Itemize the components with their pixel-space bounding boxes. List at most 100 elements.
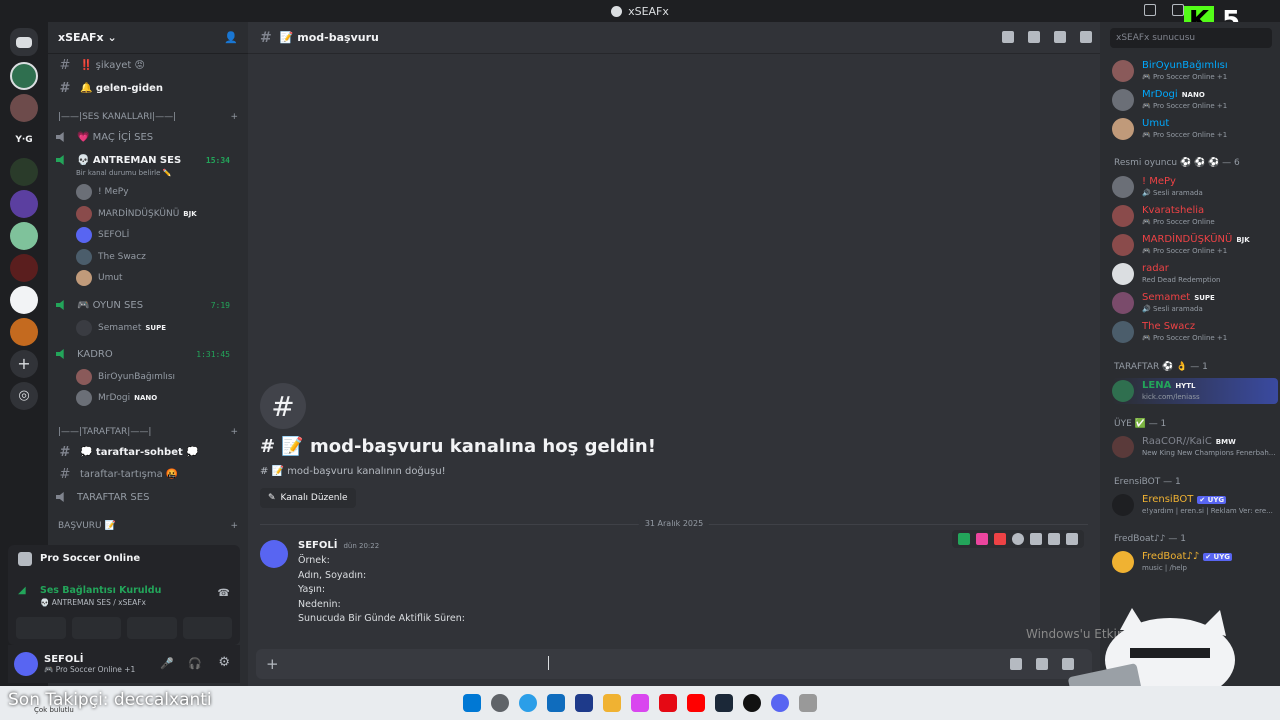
file-explorer-icon[interactable] <box>603 694 621 712</box>
outlook-icon[interactable] <box>547 694 565 712</box>
member-item[interactable]: The Swacz 🎮 Pro Soccer Online +1 <box>1112 321 1278 343</box>
channel-status[interactable]: Bir kanal durumu belirle ✏️ <box>76 164 171 182</box>
more-icon[interactable] <box>1066 533 1078 545</box>
app-icon[interactable] <box>799 694 817 712</box>
member-item[interactable]: radar Red Dead Redemption <box>1112 263 1278 285</box>
member-item[interactable]: ErensiBOT ✔ UYG e!yardım | eren.si | Rekla… <box>1112 494 1278 516</box>
user-info[interactable]: SEFOLİ 🎮 Pro Soccer Online +1 <box>44 654 135 674</box>
voice-channel-mac-ici[interactable]: 💗 MAÇ İÇİ SES <box>56 128 240 146</box>
monitor-icon[interactable] <box>1172 4 1184 16</box>
app-icon[interactable] <box>575 694 593 712</box>
add-attachment-icon[interactable]: + <box>266 655 279 673</box>
server-icon[interactable] <box>10 158 38 186</box>
signal-icon[interactable]: ◢ <box>18 585 26 596</box>
server-icon[interactable] <box>10 254 38 282</box>
invite-icon[interactable]: 👤 <box>224 31 238 44</box>
deafen-icon[interactable]: 🎧 <box>188 657 202 670</box>
discord-taskbar-icon[interactable] <box>771 694 789 712</box>
disconnect-icon[interactable]: ☎ <box>218 588 230 599</box>
member-item[interactable]: RaaCOR//KaiC BMW New King New Champions Fe… <box>1112 436 1278 458</box>
member-item[interactable]: Umut 🎮 Pro Soccer Online +1 <box>1112 118 1278 140</box>
message-author[interactable]: SEFOLİ dün 20:22 <box>298 540 379 551</box>
server-icon[interactable] <box>10 94 38 122</box>
settings-gear-icon[interactable]: ⚙ <box>218 655 230 670</box>
voice-channel-kadro[interactable]: KADRO 1:31:45 <box>56 345 240 363</box>
edge-icon[interactable] <box>519 694 537 712</box>
user-avatar[interactable] <box>14 652 38 676</box>
pin-icon[interactable] <box>1054 31 1066 43</box>
member-item[interactable]: Kvaratshelia 🎮 Pro Soccer Online <box>1112 205 1278 227</box>
home-button[interactable] <box>10 28 38 56</box>
threads-icon[interactable] <box>1002 31 1014 43</box>
start-icon[interactable] <box>463 694 481 712</box>
voice-user[interactable]: SEFOLİ <box>76 226 129 244</box>
voice-user[interactable]: BirOyunBağımlısı <box>76 368 175 386</box>
member-item[interactable]: FredBoat♪♪ ✔ UYG music | /help <box>1112 551 1278 573</box>
category-fan[interactable]: |——|TARAFTAR|——| + <box>58 427 238 437</box>
server-header[interactable]: xSEAFx ⌄ 👤 <box>48 22 248 54</box>
gif-icon[interactable] <box>1036 658 1048 670</box>
add-channel-icon[interactable]: + <box>230 427 238 437</box>
edit-channel-button[interactable]: ✎ Kanalı Düzenle <box>260 488 356 508</box>
gift-icon[interactable] <box>1010 658 1022 670</box>
voice-user[interactable]: MrDogi NANO <box>76 389 157 407</box>
add-server-icon[interactable]: + <box>10 350 38 378</box>
voice-user[interactable]: Semamet SUPE <box>76 319 166 337</box>
category-application[interactable]: BAŞVURU 📝 + <box>58 521 238 531</box>
reaction-check-icon[interactable] <box>958 533 970 545</box>
explore-icon[interactable]: ◎ <box>10 382 38 410</box>
message-composer[interactable]: + <box>256 649 1092 679</box>
member-item[interactable]: MrDogi NANO 🎮 Pro Soccer Online +1 <box>1112 89 1278 111</box>
server-icon[interactable] <box>10 222 38 250</box>
server-icon[interactable] <box>10 318 38 346</box>
members-icon[interactable] <box>1080 31 1092 43</box>
steam-icon[interactable] <box>715 694 733 712</box>
member-item[interactable]: LENA HYTL kick.com/leniass <box>1112 378 1278 404</box>
voice-user[interactable]: Umut <box>76 269 123 287</box>
voice-user[interactable]: The Swacz <box>76 248 146 266</box>
bell-icon[interactable] <box>1028 31 1040 43</box>
reply-icon[interactable] <box>1048 533 1060 545</box>
screen-share-button[interactable] <box>71 617 121 639</box>
reaction-icon[interactable] <box>976 533 988 545</box>
voice-timer: 15:34 <box>205 155 230 165</box>
date-label: 31 Aralık 2025 <box>638 519 710 528</box>
voice-channel-taraftar[interactable]: TARAFTAR SES <box>56 488 240 506</box>
member-item[interactable]: BirOyunBağımlısı 🎮 Pro Soccer Online +1 <box>1112 60 1278 82</box>
inbox-icon[interactable] <box>1144 4 1156 16</box>
add-channel-icon[interactable]: + <box>230 112 238 122</box>
app-icon[interactable] <box>743 694 761 712</box>
server-icon-yg[interactable]: Y·G <box>10 126 38 154</box>
voice-user[interactable]: ! MePy <box>76 183 129 201</box>
member-item[interactable]: ! MePy 🔊 Sesli aramada <box>1112 176 1278 198</box>
netflix-icon[interactable] <box>659 694 677 712</box>
voice-status-title[interactable]: Ses Bağlantısı Kuruldu <box>40 585 161 596</box>
activities-button[interactable] <box>127 617 177 639</box>
youtube-icon[interactable] <box>687 694 705 712</box>
server-icon[interactable] <box>10 190 38 218</box>
add-channel-icon[interactable]: + <box>230 521 238 531</box>
channel-sikayet[interactable]: # ‼️ şikayet 😡 <box>56 56 240 74</box>
member-item[interactable]: MARDİNDÜŞKÜNÜ BJK 🎮 Pro Soccer Online +1 <box>1112 234 1278 256</box>
message-avatar[interactable] <box>260 540 288 568</box>
category-voice[interactable]: |——|SES KANALLARI|——| + <box>58 112 238 122</box>
member-item[interactable]: Semamet SUPE 🔊 Sesli aramada <box>1112 292 1278 314</box>
voice-user[interactable]: MARDİNDÜŞKÜNÜ BJK <box>76 205 197 223</box>
search-input[interactable]: xSEAFx sunucusu <box>1110 28 1272 48</box>
edit-icon[interactable] <box>1030 533 1042 545</box>
server-icon[interactable] <box>10 286 38 314</box>
voice-channel-oyun[interactable]: 🎮 OYUN SES 7:19 <box>56 296 240 314</box>
author-name[interactable]: SEFOLİ <box>298 540 337 551</box>
server-icon-xseafx[interactable] <box>10 62 38 90</box>
channel-taraftar-sohbet[interactable]: # 💭 taraftar-sohbet 💭 <box>56 443 240 461</box>
soundboard-button[interactable] <box>182 617 232 639</box>
channel-taraftar-tartisma[interactable]: # taraftar-tartışma 🤬 <box>56 465 240 483</box>
mic-muted-icon[interactable]: 🎤 <box>160 657 174 670</box>
camera-off-button[interactable] <box>16 617 66 639</box>
copilot-icon[interactable] <box>631 694 649 712</box>
add-reaction-icon[interactable] <box>1012 533 1024 545</box>
channel-gelen-giden[interactable]: # 🔔 gelen-giden <box>56 79 240 97</box>
reaction-icon[interactable] <box>994 533 1006 545</box>
search-icon[interactable] <box>491 694 509 712</box>
voice-status-subtitle[interactable]: 💀 ANTREMAN SES / xSEAFx <box>40 598 146 607</box>
